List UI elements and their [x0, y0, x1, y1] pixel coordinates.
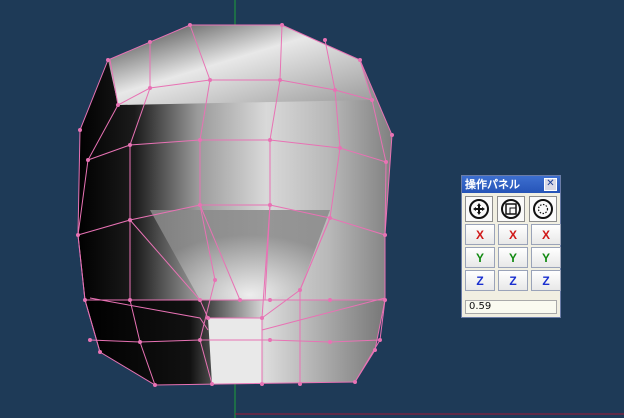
x-axis-rotate-button[interactable]: X [531, 224, 561, 245]
x-axis-move-button[interactable]: X [465, 224, 495, 245]
move-arrows-icon [469, 199, 489, 219]
x-axis-scale-button[interactable]: X [498, 224, 528, 245]
axis-button-grid: X X X Y Y Y Z Z Z [462, 224, 561, 291]
close-icon[interactable]: ✕ [544, 178, 557, 191]
mesh-top-cap [108, 25, 372, 105]
y-axis-move-button[interactable]: Y [465, 247, 495, 268]
mesh-model[interactable] [76, 23, 394, 387]
mesh-neck [208, 318, 262, 384]
scale-square-icon [501, 199, 521, 219]
y-axis-rotate-button[interactable]: Y [531, 247, 561, 268]
scale-mode-button[interactable] [497, 196, 525, 222]
move-mode-button[interactable] [465, 196, 493, 222]
value-input[interactable]: 0.59 [465, 300, 557, 314]
y-axis-scale-button[interactable]: Y [498, 247, 528, 268]
z-axis-scale-button[interactable]: Z [498, 270, 528, 291]
panel-title: 操作パネル [465, 178, 520, 191]
panel-title-bar[interactable]: 操作パネル ✕ [462, 176, 560, 193]
z-axis-rotate-button[interactable]: Z [531, 270, 561, 291]
operation-panel[interactable]: 操作パネル ✕ X X X Y Y Y Z Z Z 0.59 [461, 175, 561, 318]
rotate-mode-button[interactable] [529, 196, 557, 222]
z-axis-move-button[interactable]: Z [465, 270, 495, 291]
mode-button-row [462, 193, 560, 224]
rotate-dotted-circle-icon [533, 199, 553, 219]
